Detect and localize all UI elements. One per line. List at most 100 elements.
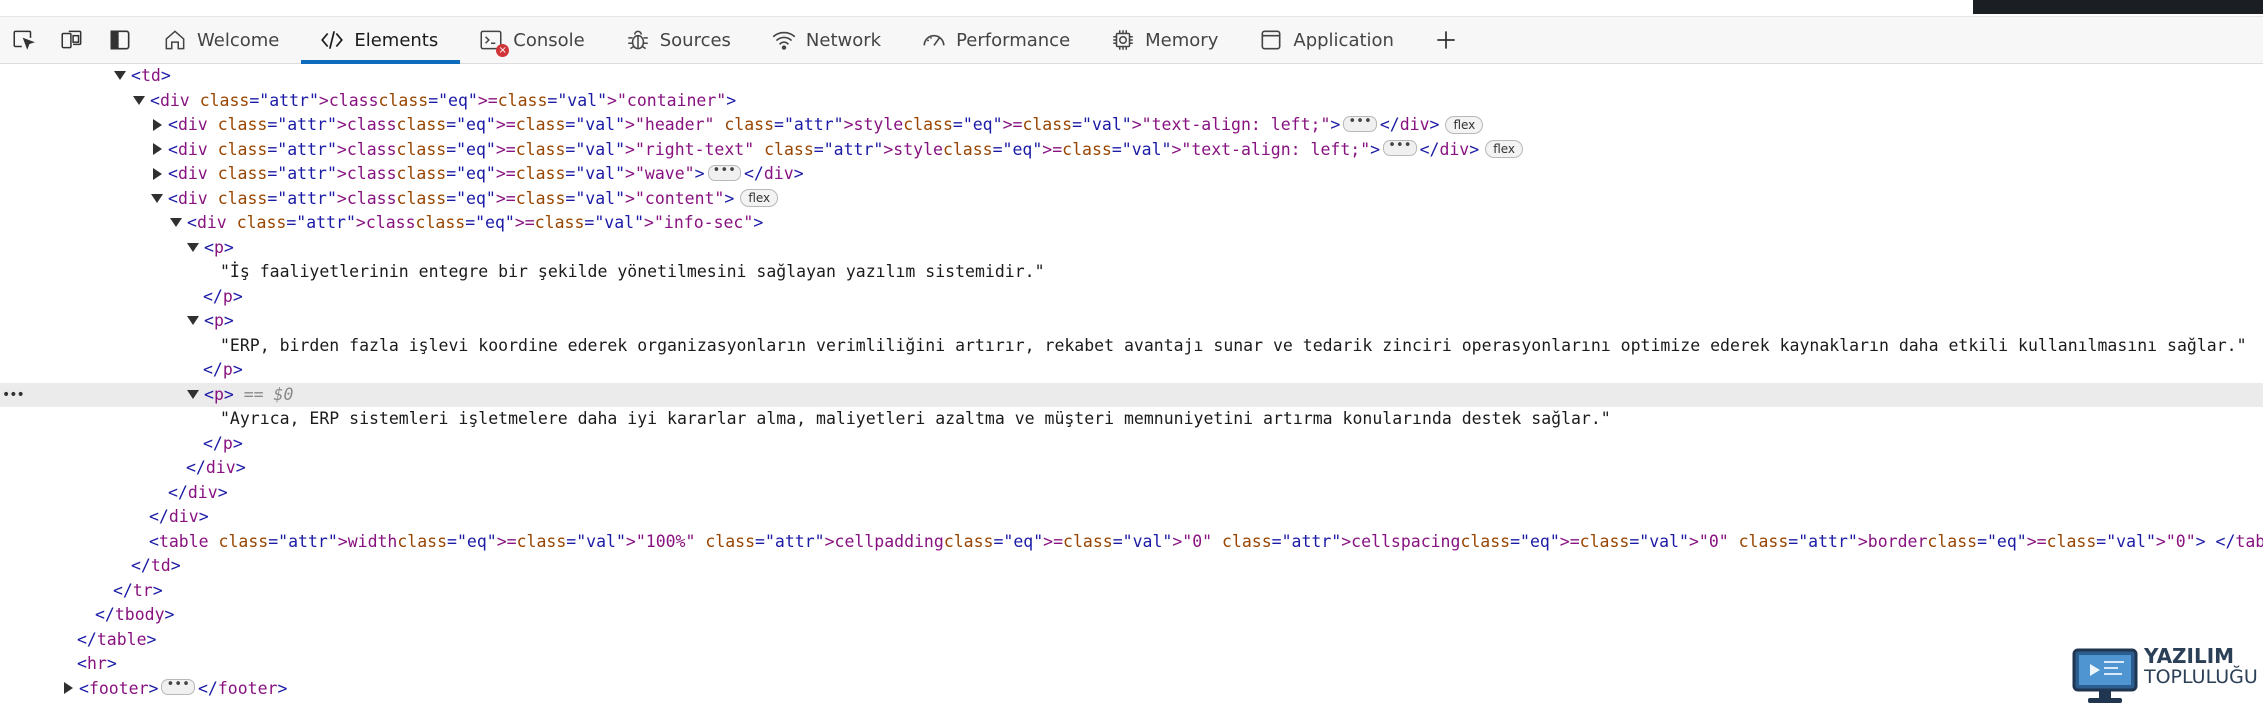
tab-label: Performance	[956, 29, 1071, 51]
dom-text-node[interactable]: "Ayrıca, ERP sistemleri işletmelere daha…	[0, 407, 2263, 432]
dom-node-div-wave[interactable]: <div class="attr">classclass="eq">=class…	[0, 162, 2263, 187]
closing-tag: </p>	[203, 286, 243, 306]
dom-node-p[interactable]: <p>	[0, 309, 2263, 334]
watermark-logo: YAZILIM TOPLULUĞU	[2070, 642, 2263, 704]
dom-node-tbody-close[interactable]: </tbody>	[0, 603, 2263, 628]
collapse-toggle[interactable]	[114, 71, 126, 80]
dom-node-div-close[interactable]: </div>	[0, 456, 2263, 481]
tab-performance[interactable]: Performance	[903, 17, 1092, 63]
inspect-element-button[interactable]	[0, 17, 48, 63]
expand-toggle[interactable]	[153, 118, 162, 131]
tag-text: <td>	[131, 66, 171, 85]
dom-node-footer[interactable]: <footer> ••• </footer>	[0, 677, 2263, 702]
collapse-toggle[interactable]	[187, 242, 199, 252]
flex-badge[interactable]: flex	[740, 189, 779, 207]
dom-node-div-container[interactable]: <div class="attr">classclass="eq">=class…	[0, 89, 2263, 114]
dom-node-p-close[interactable]: </p>	[0, 432, 2263, 457]
collapse-toggle[interactable]	[187, 389, 199, 399]
collapsed-children-button[interactable]: •••	[707, 164, 741, 181]
console-error-badge: ×	[496, 44, 510, 57]
chip-icon	[1113, 30, 1133, 50]
logo-text-line2: TOPLULUĞU	[2144, 666, 2258, 688]
wifi-icon	[772, 31, 796, 50]
tab-label: Console	[513, 29, 585, 51]
selected-node-marker: == $0	[243, 384, 294, 404]
device-emulation-button[interactable]	[48, 17, 96, 63]
closing-tag: </table>	[77, 629, 157, 649]
collapse-toggle[interactable]	[133, 95, 145, 105]
logo-text-line1: YAZILIM	[2144, 644, 2235, 668]
closing-tag: </div>	[186, 458, 246, 477]
dom-node-table[interactable]: <table class="attr">widthclass="eq">=cla…	[0, 530, 2263, 555]
closing-tag: </div>	[168, 482, 228, 502]
toggle-sidebar-button[interactable]	[96, 17, 144, 63]
dom-text-node[interactable]: "İş faaliyetlerinin entegre bir şekilde …	[0, 260, 2263, 285]
tab-application[interactable]: Application	[1240, 17, 1416, 63]
dom-node-tr-close[interactable]: </tr>	[0, 579, 2263, 604]
text-content: "ERP, birden fazla işlevi koordine edere…	[220, 335, 2247, 355]
dom-node-div-close[interactable]: </div>	[0, 505, 2263, 530]
plus-icon	[1437, 31, 1455, 49]
closing-tag: </div>	[149, 507, 209, 526]
code-brackets-icon	[321, 31, 344, 49]
tag-text: <div class="attr">classclass="eq">=class…	[168, 188, 735, 208]
closing-tag: </div>	[1379, 115, 1440, 134]
node-actions-button[interactable]: •••	[2, 383, 25, 408]
collapsed-children-button[interactable]: •••	[1383, 139, 1417, 156]
dom-node-div-right-text[interactable]: <div class="attr">classclass="eq">=class…	[0, 138, 2263, 163]
closing-tag: </p>	[203, 360, 243, 379]
dom-tree: <td> <div class="attr">classclass="eq">=…	[0, 64, 2263, 704]
closing-tag: </div>	[1419, 139, 1480, 159]
tag-text: <table class="attr">widthclass="eq">=cla…	[149, 531, 2206, 551]
tab-label: Memory	[1145, 29, 1219, 51]
tag-text: <footer>	[79, 678, 159, 698]
toggle-sidebar-icon	[110, 30, 130, 50]
collapsed-children-button[interactable]: •••	[161, 678, 195, 695]
flex-badge[interactable]: flex	[1445, 115, 1484, 134]
tag-text: <div class="attr">classclass="eq">=class…	[150, 90, 737, 110]
dom-node-div-content[interactable]: <div class="attr">classclass="eq">=class…	[0, 187, 2263, 212]
dom-node-p-close[interactable]: </p>	[0, 358, 2263, 383]
tag-text: <p>	[204, 311, 234, 330]
collapse-toggle[interactable]	[170, 218, 182, 227]
closing-tag: </tbody>	[95, 605, 175, 624]
collapsed-children-button[interactable]: •••	[1343, 115, 1377, 132]
dom-node-p-close[interactable]: </p>	[0, 285, 2263, 310]
dom-node-table-close[interactable]: </table>	[0, 628, 2263, 653]
dom-text-node[interactable]: "ERP, birden fazla işlevi koordine edere…	[0, 334, 2263, 359]
tab-sources[interactable]: Sources	[607, 17, 753, 63]
tab-network[interactable]: Network	[753, 17, 903, 63]
dom-node-p-selected[interactable]: ••• <p> == $0	[0, 382, 2263, 408]
tab-welcome[interactable]: Welcome	[144, 17, 301, 63]
tag-text: <p>	[204, 237, 234, 257]
tab-console[interactable]: × Console	[460, 17, 606, 63]
more-tools-button[interactable]	[1416, 17, 1476, 63]
closing-tag: </td>	[131, 556, 181, 575]
dom-node-div-info-sec[interactable]: <div class="attr">classclass="eq">=class…	[0, 211, 2263, 236]
monitor-logo-icon	[2072, 648, 2138, 703]
collapse-toggle[interactable]	[187, 316, 199, 325]
closing-tag: </footer>	[197, 678, 288, 698]
dom-node-div-close[interactable]: </div>	[0, 481, 2263, 506]
text-content: "Ayrıca, ERP sistemleri işletmelere daha…	[220, 409, 1611, 428]
text-content: "İş faaliyetlerinin entegre bir şekilde …	[220, 262, 1045, 281]
dom-node-td[interactable]: <td>	[0, 64, 2263, 89]
dom-node-div-header[interactable]: <div class="attr">classclass="eq">=class…	[0, 113, 2263, 138]
dom-node-hr[interactable]: <hr>	[0, 652, 2263, 677]
tag-text: <hr>	[77, 654, 117, 673]
home-icon	[165, 30, 185, 50]
expand-toggle[interactable]	[64, 682, 73, 694]
inspect-element-icon	[13, 30, 35, 50]
tab-memory[interactable]: Memory	[1092, 17, 1240, 63]
dom-node-p[interactable]: <p>	[0, 236, 2263, 261]
tag-text: <div class="attr">classclass="eq">=class…	[168, 164, 705, 183]
dom-node-td-close[interactable]: </td>	[0, 554, 2263, 579]
expand-toggle[interactable]	[153, 167, 162, 180]
collapse-toggle[interactable]	[151, 193, 163, 203]
expand-toggle[interactable]	[153, 143, 162, 155]
devtools-toolbar: Welcome Elements × Console Sources Netwo…	[0, 17, 2263, 64]
flex-badge[interactable]: flex	[1485, 140, 1524, 158]
tag-text: <p>	[204, 384, 234, 404]
closing-tag: </tr>	[113, 580, 163, 600]
tab-elements[interactable]: Elements	[301, 17, 461, 64]
